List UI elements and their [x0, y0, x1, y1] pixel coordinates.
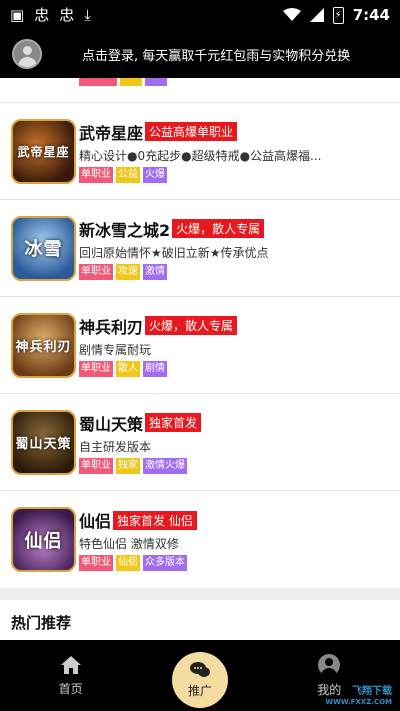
- bug-icon: 忠: [34, 5, 50, 24]
- chat-icon: [189, 661, 210, 677]
- login-header[interactable]: 点击登录, 每天赢取千元红包雨与实物积分兑换: [0, 30, 400, 78]
- list-item[interactable]: 武帝星座 武帝星座 公益高爆单职业 精心设计●0充起步●超级特戒●公益高爆福..…: [0, 103, 400, 200]
- image-icon: ▣: [10, 5, 25, 24]
- game-badge: 火爆，散人专属: [145, 316, 238, 335]
- game-tag: 单职业: [79, 360, 113, 377]
- game-tag: 众多版本: [143, 555, 187, 571]
- nav-home[interactable]: 首页: [31, 655, 111, 697]
- section-divider: [0, 588, 400, 600]
- nav-promote-label: 推广: [187, 683, 212, 698]
- game-tag: 单职业: [79, 166, 113, 183]
- profile-icon: [318, 653, 341, 676]
- game-badge: 独家首发 仙侣: [113, 510, 197, 530]
- watermark-logo: 飞翔下载 WWW.FXXZ.COM: [325, 686, 392, 706]
- game-description: 自主研发版本: [79, 439, 152, 454]
- list-item[interactable]: 蜀山天策 蜀山天策 独家首发 自主研发版本 单职业 独家 激情火爆: [0, 394, 400, 491]
- bug-icon: 忠: [59, 5, 75, 24]
- game-icon[interactable]: 冰雪: [11, 215, 76, 281]
- game-description: 精心设计●0充起步●超级特戒●公益高爆福...: [79, 148, 322, 163]
- game-icon[interactable]: 神兵利刃: [11, 312, 76, 378]
- game-icon[interactable]: 蜀山天策: [11, 409, 76, 475]
- game-title[interactable]: 新冰雪之城2: [79, 217, 170, 241]
- game-tag: 散人: [116, 360, 140, 377]
- nav-home-label: 首页: [58, 681, 83, 696]
- download-icon: ⤓: [84, 5, 91, 24]
- game-title[interactable]: 仙侣: [79, 508, 111, 532]
- game-tag: 激情火爆: [143, 457, 187, 474]
- home-icon: [60, 655, 81, 674]
- list-item[interactable]: 冰雪 新冰雪之城2 火爆，散人专属 回归原始情怀★破旧立新★传承优点 单职业 攻…: [0, 200, 400, 297]
- game-description: 特色仙侣 激情双修: [79, 537, 179, 551]
- status-time: 7:44: [352, 6, 390, 24]
- game-description: 回归原始情怀★破旧立新★传承优点: [79, 245, 269, 260]
- game-badge: 独家首发: [145, 413, 202, 432]
- game-list[interactable]: 武帝星座 武帝星座 公益高爆单职业 精心设计●0充起步●超级特戒●公益高爆福..…: [0, 78, 400, 640]
- battery-charging-icon: ⚡: [332, 6, 344, 24]
- game-tag: 单职业: [79, 263, 113, 280]
- game-tag: 单职业: [79, 555, 113, 571]
- list-item[interactable]: 仙侣 仙侣 独家首发 仙侣 特色仙侣 激情双修 单职业 仙侣 众多版本: [0, 491, 400, 588]
- section-title: 热门推荐: [11, 613, 72, 632]
- game-tag: 单职业: [79, 457, 113, 474]
- game-title[interactable]: 神兵利刃: [79, 314, 143, 338]
- list-item[interactable]: 神兵利刃 神兵利刃 火爆，散人专属 剧情专属耐玩 单职业 散人 剧情: [0, 297, 400, 394]
- status-bar: ▣ 忠 忠 ⤓ ⚡ 7:44: [0, 0, 400, 30]
- game-title[interactable]: 蜀山天策: [79, 411, 143, 435]
- game-tag: 仙侣: [116, 555, 140, 571]
- partial-list-item: [0, 78, 400, 103]
- game-tag: 火爆: [143, 166, 167, 183]
- login-prompt[interactable]: 点击登录, 每天赢取千元红包雨与实物积分兑换: [82, 45, 350, 64]
- game-title[interactable]: 武帝星座: [79, 120, 143, 144]
- signal-icon: [309, 8, 324, 22]
- game-badge: 火爆，散人专属: [172, 219, 265, 238]
- game-icon[interactable]: 武帝星座: [11, 118, 76, 184]
- game-tag: 剧情: [143, 360, 167, 377]
- nav-promote[interactable]: 推广: [171, 651, 228, 708]
- game-icon[interactable]: 仙侣: [11, 507, 76, 572]
- game-tag: 攻速: [116, 263, 140, 280]
- game-tag: 激情: [143, 263, 167, 280]
- game-description: 剧情专属耐玩: [79, 342, 152, 357]
- game-tag: 独家: [116, 457, 140, 474]
- wifi-icon: [282, 8, 301, 21]
- game-badge: 公益高爆单职业: [145, 122, 238, 141]
- avatar[interactable]: [12, 39, 42, 69]
- game-tag: 公益: [116, 166, 140, 183]
